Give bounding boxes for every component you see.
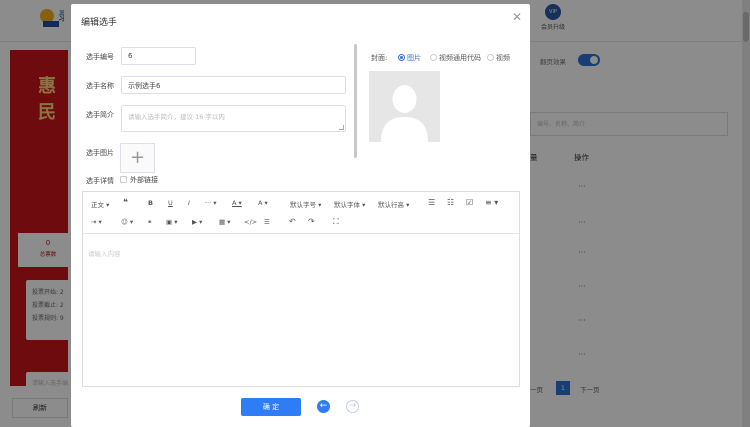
background-color-dropdown[interactable]: A ▾ <box>258 199 268 207</box>
confirm-button[interactable]: 确 定 <box>241 398 301 416</box>
intro-label: 选手简介 <box>86 111 114 119</box>
form-scrollbar[interactable] <box>354 44 357 158</box>
link-icon[interactable]: ⚭ <box>147 218 152 226</box>
todo-list-icon[interactable]: ☑ <box>466 198 473 207</box>
underline-icon[interactable]: U <box>168 199 173 207</box>
external-link-label: 外部链接 <box>130 176 158 184</box>
table-dropdown[interactable]: ▦ ▾ <box>219 218 231 226</box>
external-link-checkbox[interactable]: 外部链接 <box>120 175 158 185</box>
cover-option-video-code-label: 视频通用代码 <box>439 54 481 62</box>
indent-dropdown[interactable]: ⇥ ▾ <box>91 218 102 226</box>
rich-text-editor: 正文 ▾ ❝ B U I ··· ▾ A ▾ A ▾ 默认字号 ▾ 默认字体 ▾… <box>82 191 520 387</box>
bullet-list-icon[interactable]: ☰ <box>428 198 435 207</box>
radio-icon <box>430 54 437 61</box>
name-label: 选手名称 <box>86 82 114 90</box>
checkbox-icon <box>120 176 127 183</box>
fullscreen-icon[interactable]: ⛶ <box>333 217 339 227</box>
bold-icon[interactable]: B <box>148 199 153 207</box>
more-styles-dropdown[interactable]: ··· ▾ <box>205 199 217 207</box>
cover-option-video[interactable]: 视频 <box>487 53 510 63</box>
emoji-dropdown[interactable]: ☺ ▾ <box>121 218 133 226</box>
intro-textarea[interactable]: 请输入选手简介，建议 16 字以内 <box>121 105 346 132</box>
font-size-dropdown[interactable]: 默认字号 ▾ <box>290 199 321 209</box>
editor-toolbar: 正文 ▾ ❝ B U I ··· ▾ A ▾ A ▾ 默认字号 ▾ 默认字体 ▾… <box>83 192 519 234</box>
image-dropdown[interactable]: ▣ ▾ <box>166 218 178 226</box>
name-field[interactable]: 示例选手6 <box>121 76 346 94</box>
cover-option-video-label: 视频 <box>496 54 510 62</box>
radio-selected-icon <box>398 54 405 61</box>
intro-placeholder: 请输入选手简介，建议 16 字以内 <box>128 113 225 121</box>
undo-icon[interactable]: ↶ <box>289 217 296 226</box>
align-dropdown[interactable]: ≡ ▾ <box>485 198 498 207</box>
number-label: 选手编号 <box>86 53 114 61</box>
divider-icon[interactable]: ☰ <box>264 218 270 226</box>
italic-icon[interactable]: I <box>188 199 190 207</box>
cover-option-video-code[interactable]: 视频通用代码 <box>430 53 481 63</box>
cover-option-image[interactable]: 图片 <box>398 53 421 63</box>
arrow-right-icon[interactable]: → <box>346 400 359 413</box>
image-upload-button[interactable]: + <box>120 143 155 173</box>
video-dropdown[interactable]: ▶ ▾ <box>192 218 202 226</box>
blockquote-icon[interactable]: ❝ <box>123 198 128 208</box>
edit-contestant-dialog: 编辑选手 ✕ 选手编号 6 选手名称 示例选手6 选手简介 请输入选手简介，建议… <box>71 4 530 427</box>
font-color-dropdown[interactable]: A ▾ <box>232 199 242 207</box>
radio-icon <box>487 54 494 61</box>
editor-placeholder[interactable]: 请输入内容 <box>88 248 121 258</box>
font-family-dropdown[interactable]: 默认字体 ▾ <box>334 199 365 209</box>
cover-image-placeholder[interactable] <box>369 71 440 142</box>
code-block-icon[interactable]: </> <box>244 218 257 226</box>
numbered-list-icon[interactable]: ☷ <box>447 198 454 207</box>
plus-icon: + <box>129 147 146 168</box>
detail-label: 选手详情 <box>86 177 114 185</box>
image-label: 选手图片 <box>86 149 114 157</box>
resize-grip[interactable] <box>339 125 344 130</box>
arrow-left-icon[interactable]: ← <box>317 400 330 413</box>
dialog-title: 编辑选手 <box>81 18 118 28</box>
cover-option-image-label: 图片 <box>407 54 421 62</box>
number-field[interactable]: 6 <box>121 47 196 65</box>
line-height-dropdown[interactable]: 默认行高 ▾ <box>378 199 409 209</box>
avatar-placeholder-icon <box>381 85 428 142</box>
cover-label: 封面: <box>371 54 388 62</box>
close-icon[interactable]: ✕ <box>512 10 522 24</box>
paragraph-format-dropdown[interactable]: 正文 ▾ <box>91 199 109 209</box>
redo-icon[interactable]: ↷ <box>308 217 315 226</box>
